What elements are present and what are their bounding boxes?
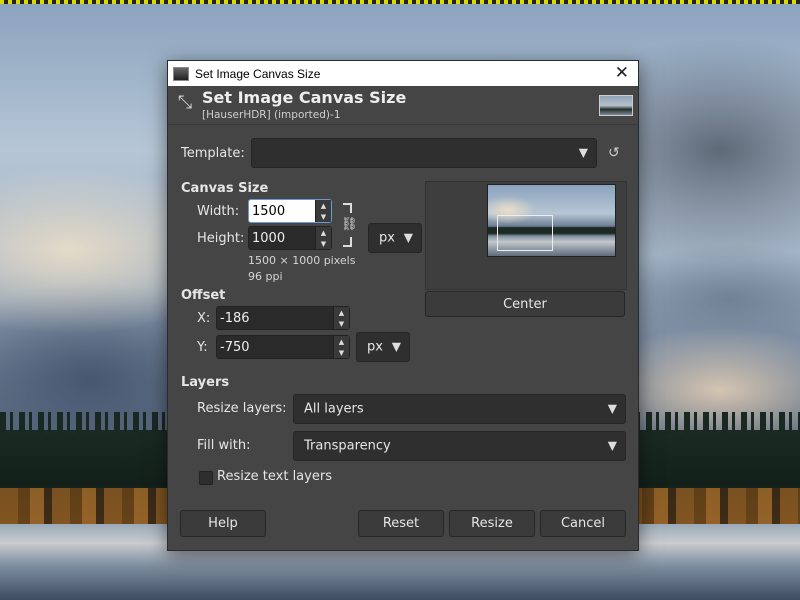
fill-with-label: Fill with: bbox=[197, 438, 251, 453]
resize-text-layers-label[interactable]: Resize text layers bbox=[217, 469, 332, 484]
width-label: Width: bbox=[197, 204, 240, 219]
decrement-arrow-icon[interactable]: ▼ bbox=[334, 318, 349, 329]
reset-button[interactable]: Reset bbox=[358, 510, 444, 537]
canvas-size-dialog: Set Image Canvas Size ✕ ⤡ Set Image Canv… bbox=[167, 60, 639, 551]
offset-x-input[interactable] bbox=[217, 307, 333, 329]
height-label: Height: bbox=[197, 231, 245, 246]
chevron-down-icon: ▼ bbox=[607, 401, 617, 416]
offset-x-label: X: bbox=[197, 311, 211, 326]
preview-image bbox=[487, 184, 616, 257]
canvas-size-heading: Canvas Size bbox=[181, 181, 269, 196]
offset-unit-value: px bbox=[367, 339, 383, 355]
canvas-size-icon: ⤡ bbox=[177, 92, 193, 113]
decrement-arrow-icon[interactable]: ▼ bbox=[316, 238, 331, 249]
canvas-unit-value: px bbox=[379, 230, 395, 246]
close-icon[interactable]: ✕ bbox=[615, 64, 629, 82]
preview-canvas-rect[interactable] bbox=[497, 215, 553, 251]
window-title: Set Image Canvas Size bbox=[195, 66, 321, 81]
increment-arrow-icon[interactable]: ▲ bbox=[316, 200, 331, 211]
offset-y-input[interactable] bbox=[217, 336, 333, 358]
ppi-info: 96 ppi bbox=[248, 270, 283, 283]
resize-text-layers-checkbox[interactable] bbox=[199, 471, 213, 485]
increment-arrow-icon[interactable]: ▲ bbox=[316, 227, 331, 238]
height-spinbutton[interactable]: ▲▼ bbox=[248, 226, 332, 250]
offset-preview[interactable] bbox=[425, 181, 627, 290]
chevron-down-icon: ▼ bbox=[391, 339, 401, 354]
offset-x-spinbutton[interactable]: ▲▼ bbox=[216, 306, 350, 330]
increment-arrow-icon[interactable]: ▲ bbox=[334, 307, 349, 318]
header-title: Set Image Canvas Size bbox=[202, 88, 407, 107]
chevron-down-icon: ▼ bbox=[578, 145, 588, 160]
fill-with-value: Transparency bbox=[304, 438, 391, 454]
offset-heading: Offset bbox=[181, 288, 226, 303]
header-subtitle: [HauserHDR] (imported)-1 bbox=[202, 109, 341, 121]
dialog-header: ⤡ Set Image Canvas Size [HauserHDR] (imp… bbox=[168, 86, 638, 125]
pixels-info: 1500 × 1000 pixels bbox=[248, 254, 356, 267]
reset-icon[interactable]: ↺ bbox=[608, 145, 620, 161]
resize-layers-value: All layers bbox=[304, 401, 364, 417]
chevron-down-icon: ▼ bbox=[607, 438, 617, 453]
resize-button[interactable]: Resize bbox=[449, 510, 535, 537]
offset-unit-combo[interactable]: px ▼ bbox=[356, 332, 410, 362]
resize-layers-combo[interactable]: All layers ▼ bbox=[293, 394, 626, 424]
layers-heading: Layers bbox=[181, 375, 230, 390]
offset-y-spinbutton[interactable]: ▲▼ bbox=[216, 335, 350, 359]
decrement-arrow-icon[interactable]: ▼ bbox=[316, 211, 331, 222]
offset-y-label: Y: bbox=[197, 340, 208, 355]
height-input[interactable] bbox=[249, 227, 315, 249]
template-combo[interactable]: ▼ bbox=[251, 138, 597, 168]
increment-arrow-icon[interactable]: ▲ bbox=[334, 336, 349, 347]
width-spinbutton[interactable]: ▲▼ bbox=[248, 199, 332, 223]
chevron-down-icon: ▼ bbox=[403, 230, 413, 245]
template-label: Template: bbox=[181, 146, 245, 161]
fill-with-combo[interactable]: Transparency ▼ bbox=[293, 431, 626, 461]
cancel-button[interactable]: Cancel bbox=[540, 510, 626, 537]
center-button[interactable]: Center bbox=[425, 291, 625, 317]
width-input[interactable] bbox=[249, 200, 315, 222]
app-icon bbox=[173, 66, 189, 81]
resize-layers-label: Resize layers: bbox=[197, 401, 287, 416]
chain-icon[interactable]: ⛓ bbox=[341, 203, 358, 247]
window-titlebar[interactable]: Set Image Canvas Size ✕ bbox=[168, 61, 638, 86]
help-button[interactable]: Help bbox=[180, 510, 266, 537]
image-thumbnail bbox=[599, 95, 633, 116]
canvas-unit-combo[interactable]: px ▼ bbox=[368, 223, 422, 253]
decrement-arrow-icon[interactable]: ▼ bbox=[334, 347, 349, 358]
canvas-selection-border bbox=[0, 0, 800, 4]
